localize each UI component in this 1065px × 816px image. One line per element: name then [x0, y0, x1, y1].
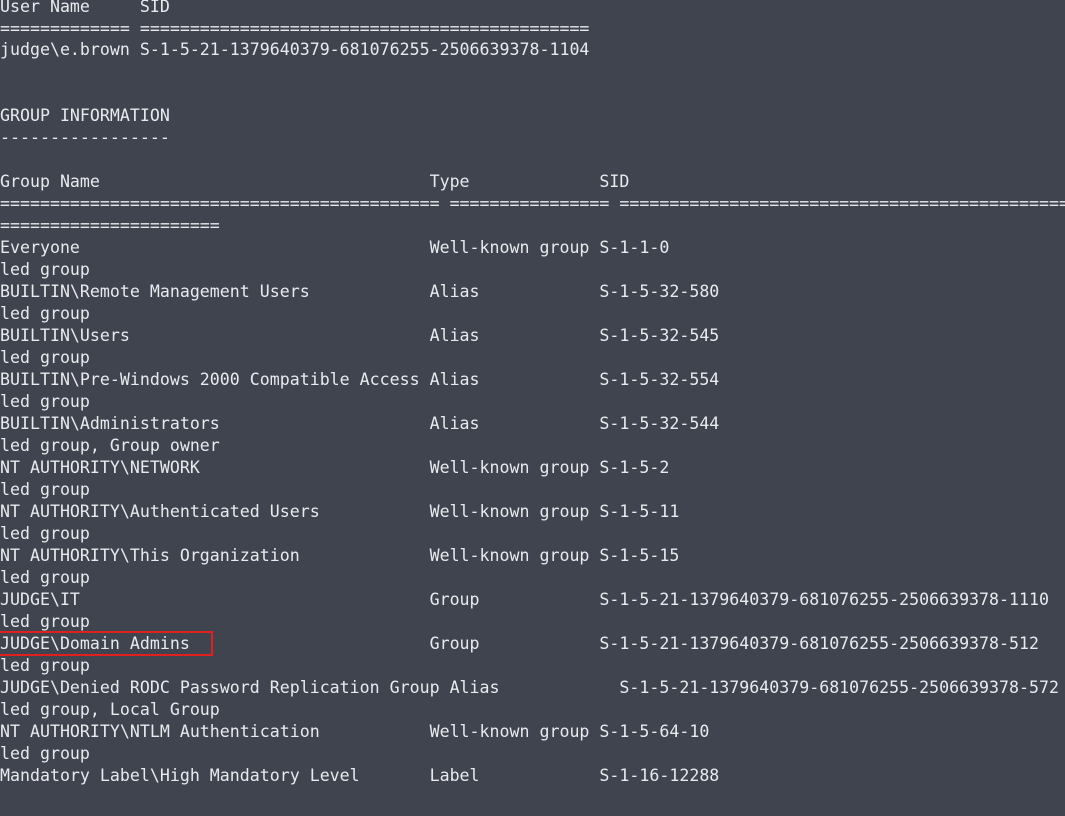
- group-attributes-line: led group: [0, 348, 90, 367]
- group-row: NT AUTHORITY\NETWORK Well-known group S-…: [0, 458, 670, 477]
- group-row: Mandatory Label\High Mandatory Level Lab…: [0, 766, 720, 785]
- terminal-window[interactable]: User Name SID ============= ============…: [0, 0, 1065, 816]
- group-row: Everyone Well-known group S-1-1-0: [0, 238, 670, 257]
- group-attributes-line: led group, Local Group: [0, 700, 220, 719]
- group-row: NT AUTHORITY\NTLM Authentication Well-kn…: [0, 722, 710, 741]
- group-row: NT AUTHORITY\This Organization Well-know…: [0, 546, 680, 565]
- group-attributes-line: led group, Group owner: [0, 436, 220, 455]
- group-attributes-line: led group: [0, 304, 90, 323]
- group-attributes-line: led group: [0, 612, 90, 631]
- group-table-header: Group Name Type SID: [0, 172, 630, 191]
- separator-line: ======================: [0, 216, 220, 235]
- group-row: NT AUTHORITY\Authenticated Users Well-kn…: [0, 502, 680, 521]
- group-attributes-line: led group: [0, 260, 90, 279]
- group-row: BUILTIN\Users Alias S-1-5-32-545: [0, 326, 720, 345]
- group-attributes-line: led group: [0, 656, 90, 675]
- separator-line: ========================================…: [0, 194, 1065, 213]
- group-row: BUILTIN\Administrators Alias S-1-5-32-54…: [0, 414, 720, 433]
- separator-line: ============= ==========================…: [0, 19, 590, 38]
- section-heading-group-information: GROUP INFORMATION: [0, 106, 170, 125]
- group-row: JUDGE\Denied RODC Password Replication G…: [0, 678, 1059, 697]
- user-row: judge\e.brown S-1-5-21-1379640379-681076…: [0, 40, 590, 59]
- user-table-header: User Name SID: [0, 0, 170, 16]
- group-attributes-line: led group: [0, 392, 90, 411]
- group-row: JUDGE\IT Group S-1-5-21-1379640379-68107…: [0, 590, 1049, 609]
- group-attributes-line: led group: [0, 524, 90, 543]
- separator-line: -----------------: [0, 128, 170, 147]
- group-row: BUILTIN\Remote Management Users Alias S-…: [0, 282, 720, 301]
- group-attributes-line: led group: [0, 568, 90, 587]
- domain-admins-highlight-box: [0, 631, 213, 656]
- group-row: BUILTIN\Pre-Windows 2000 Compatible Acce…: [0, 370, 720, 389]
- group-attributes-line: led group: [0, 744, 90, 763]
- group-attributes-line: led group: [0, 480, 90, 499]
